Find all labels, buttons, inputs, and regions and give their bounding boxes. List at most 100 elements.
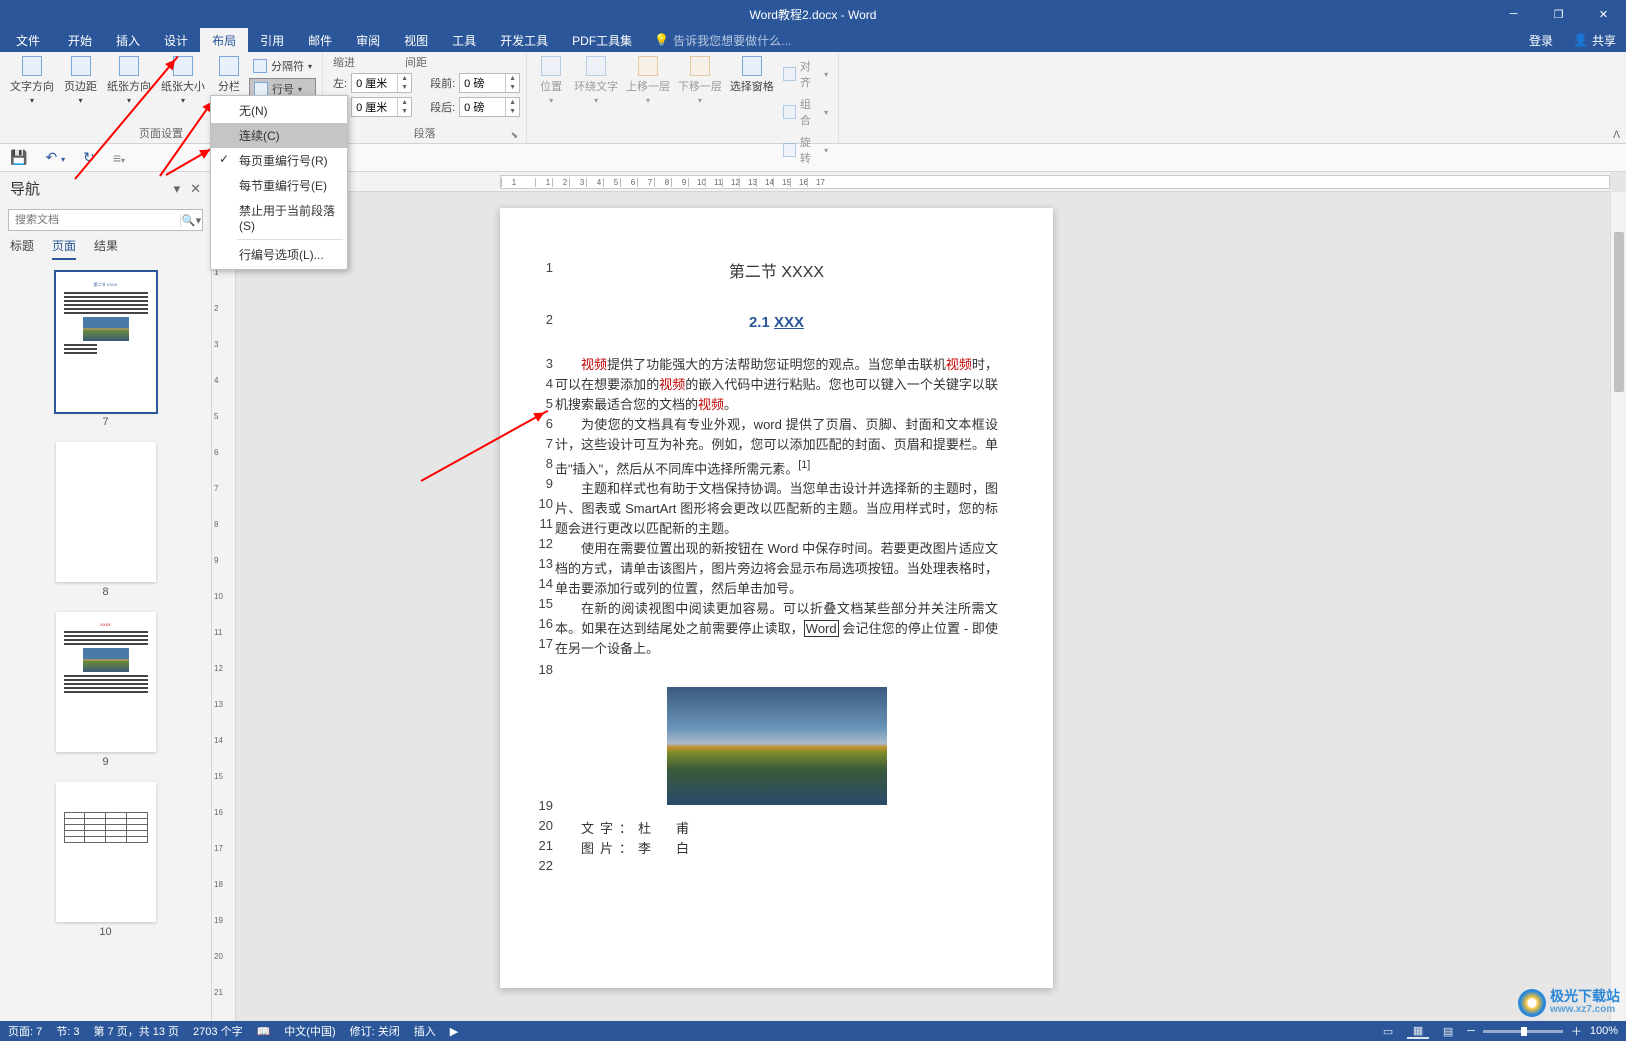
view-print-layout[interactable]: ▦: [1407, 1023, 1429, 1039]
nav-search[interactable]: 🔍▾: [8, 209, 203, 231]
status-track-changes[interactable]: 修订: 关闭: [350, 1023, 400, 1039]
status-language[interactable]: 中文(中国): [284, 1023, 335, 1039]
page-thumb-9[interactable]: XXXX: [56, 612, 156, 752]
columns-icon: [219, 56, 239, 76]
tab-developer[interactable]: 开发工具: [488, 28, 560, 52]
zoom-level[interactable]: 100%: [1590, 1025, 1618, 1037]
paragraph-launcher[interactable]: ⬊: [511, 130, 519, 141]
tab-home[interactable]: 开始: [56, 28, 104, 52]
line-numbers-icon: [254, 82, 268, 96]
vertical-scrollbar[interactable]: [1610, 192, 1626, 1021]
status-insert-mode[interactable]: 插入: [414, 1023, 436, 1039]
tab-mailings[interactable]: 邮件: [296, 28, 344, 52]
view-read-mode[interactable]: ▭: [1377, 1023, 1399, 1039]
tab-view[interactable]: 视图: [392, 28, 440, 52]
line-numbers-menu: 无(N) 连续(C) ✓每页重编行号(R) 每节重编行号(E) 禁止用于当前段落…: [210, 95, 348, 270]
tab-review[interactable]: 审阅: [344, 28, 392, 52]
position-button[interactable]: 位置▾: [533, 54, 569, 107]
tell-me[interactable]: 💡告诉我您想要做什么...: [644, 28, 801, 52]
indent-right-input[interactable]: ▲▼: [351, 97, 412, 117]
undo-button[interactable]: ↶ ▾: [45, 149, 65, 166]
send-backward-button[interactable]: 下移一层▾: [675, 54, 725, 107]
share-button[interactable]: 👤共享: [1563, 28, 1626, 52]
bring-forward-button[interactable]: 上移一层▾: [623, 54, 673, 107]
spacing-after-input[interactable]: ▲▼: [459, 97, 520, 117]
nav-close-button[interactable]: ✕: [190, 181, 201, 197]
minimize-button[interactable]: ─: [1491, 0, 1536, 28]
selection-pane-button[interactable]: 选择窗格: [727, 54, 777, 96]
horizontal-ruler[interactable]: 11234567891011121314151617: [236, 172, 1610, 192]
check-icon: ✓: [219, 152, 229, 166]
credits: 文字：杜 甫 图片：李 白: [555, 819, 998, 859]
document-image: [667, 687, 887, 805]
zoom-slider[interactable]: [1483, 1030, 1563, 1033]
menu-restart-each-section[interactable]: 每节重编行号(E): [211, 173, 347, 198]
position-icon: [541, 56, 561, 76]
breaks-icon: [253, 59, 267, 73]
text-direction-button[interactable]: 文字方向▾: [6, 54, 58, 107]
login-button[interactable]: 登录: [1519, 28, 1563, 52]
menu-continuous[interactable]: 连续(C): [211, 123, 347, 148]
nav-tab-pages[interactable]: 页面: [52, 237, 76, 260]
restore-button[interactable]: ❐: [1536, 0, 1581, 28]
status-spellcheck-icon[interactable]: 📖: [257, 1025, 271, 1038]
search-icon[interactable]: 🔍▾: [180, 214, 202, 227]
tab-design[interactable]: 设计: [152, 28, 200, 52]
page-thumbnails: 第二节 XXXX7 8 XXXX9 10: [0, 264, 211, 1021]
scroll-thumb[interactable]: [1614, 232, 1624, 392]
collapse-ribbon-button[interactable]: ᐱ: [1613, 130, 1620, 141]
menu-restart-each-page[interactable]: ✓每页重编行号(R): [211, 148, 347, 173]
zoom-out-button[interactable]: ─: [1467, 1025, 1475, 1037]
tab-tools[interactable]: 工具: [440, 28, 488, 52]
doc-subtitle: 2.1 XXX: [555, 314, 998, 331]
menu-line-number-options[interactable]: 行编号选项(L)...: [211, 242, 347, 267]
group-arrange: 位置▾ 环绕文字▾ 上移一层▾ 下移一层▾ 选择窗格 对齐▾ 组合▾ 旋转▾ 排…: [527, 52, 839, 143]
zoom-in-button[interactable]: ＋: [1571, 1023, 1582, 1039]
page-thumb-7[interactable]: 第二节 XXXX: [56, 272, 156, 412]
tab-layout[interactable]: 布局: [200, 28, 248, 52]
align-button[interactable]: 对齐▾: [779, 56, 832, 92]
group-icon: [783, 105, 796, 119]
orientation-button[interactable]: 纸张方向▾: [103, 54, 155, 107]
vertical-ruler[interactable]: 123456789101112131415161718192021: [212, 192, 236, 1021]
status-section[interactable]: 节: 3: [56, 1023, 79, 1039]
group-objects-button[interactable]: 组合▾: [779, 94, 832, 130]
tab-file[interactable]: 文件: [0, 28, 56, 52]
document-area: 11234567891011121314151617 1234567891011…: [212, 172, 1626, 1021]
page-thumb-10[interactable]: [56, 782, 156, 922]
size-button[interactable]: 纸张大小▾: [157, 54, 209, 107]
menu-none[interactable]: 无(N): [211, 98, 347, 123]
wrap-icon: [586, 56, 606, 76]
status-macro-icon[interactable]: ▶: [450, 1025, 458, 1038]
spacing-before-input[interactable]: ▲▼: [459, 73, 520, 93]
margins-button[interactable]: 页边距▾: [60, 54, 101, 107]
nav-dropdown[interactable]: ▾: [174, 181, 181, 197]
search-input[interactable]: [9, 214, 180, 226]
status-page-count[interactable]: 第 7 页，共 13 页: [93, 1023, 179, 1039]
menu-suppress-current[interactable]: 禁止用于当前段落(S): [211, 198, 347, 237]
page-thumb-8[interactable]: [56, 442, 156, 582]
tab-insert[interactable]: 插入: [104, 28, 152, 52]
doc-section-title: 第二节 XXXX: [555, 258, 998, 282]
tab-references[interactable]: 引用: [248, 28, 296, 52]
breaks-button[interactable]: 分隔符▾: [249, 56, 316, 76]
close-button[interactable]: ✕: [1581, 0, 1626, 28]
qat-customize[interactable]: ≡▾: [113, 150, 125, 166]
status-page[interactable]: 页面: 7: [8, 1023, 42, 1039]
wrap-text-button[interactable]: 环绕文字▾: [571, 54, 621, 107]
nav-tab-headings[interactable]: 标题: [10, 237, 34, 260]
text-direction-icon: [22, 56, 42, 76]
status-bar: 页面: 7 节: 3 第 7 页，共 13 页 2703 个字 📖 中文(中国)…: [0, 1021, 1626, 1041]
titlebar: Word教程2.docx - Word ─ ❐ ✕: [0, 0, 1626, 28]
nav-tab-results[interactable]: 结果: [94, 237, 118, 260]
share-icon: 👤: [1573, 33, 1588, 47]
document-page[interactable]: 12345678910111213141516171819202122 第二节 …: [500, 208, 1053, 988]
rotate-button[interactable]: 旋转▾: [779, 132, 832, 168]
orientation-icon: [119, 56, 139, 76]
save-button[interactable]: 💾: [10, 149, 27, 166]
view-web-layout[interactable]: ▤: [1437, 1023, 1459, 1039]
tab-pdf-tools[interactable]: PDF工具集: [560, 28, 644, 52]
align-icon: [783, 67, 796, 81]
indent-left-input[interactable]: ▲▼: [351, 73, 412, 93]
status-word-count[interactable]: 2703 个字: [193, 1023, 243, 1039]
